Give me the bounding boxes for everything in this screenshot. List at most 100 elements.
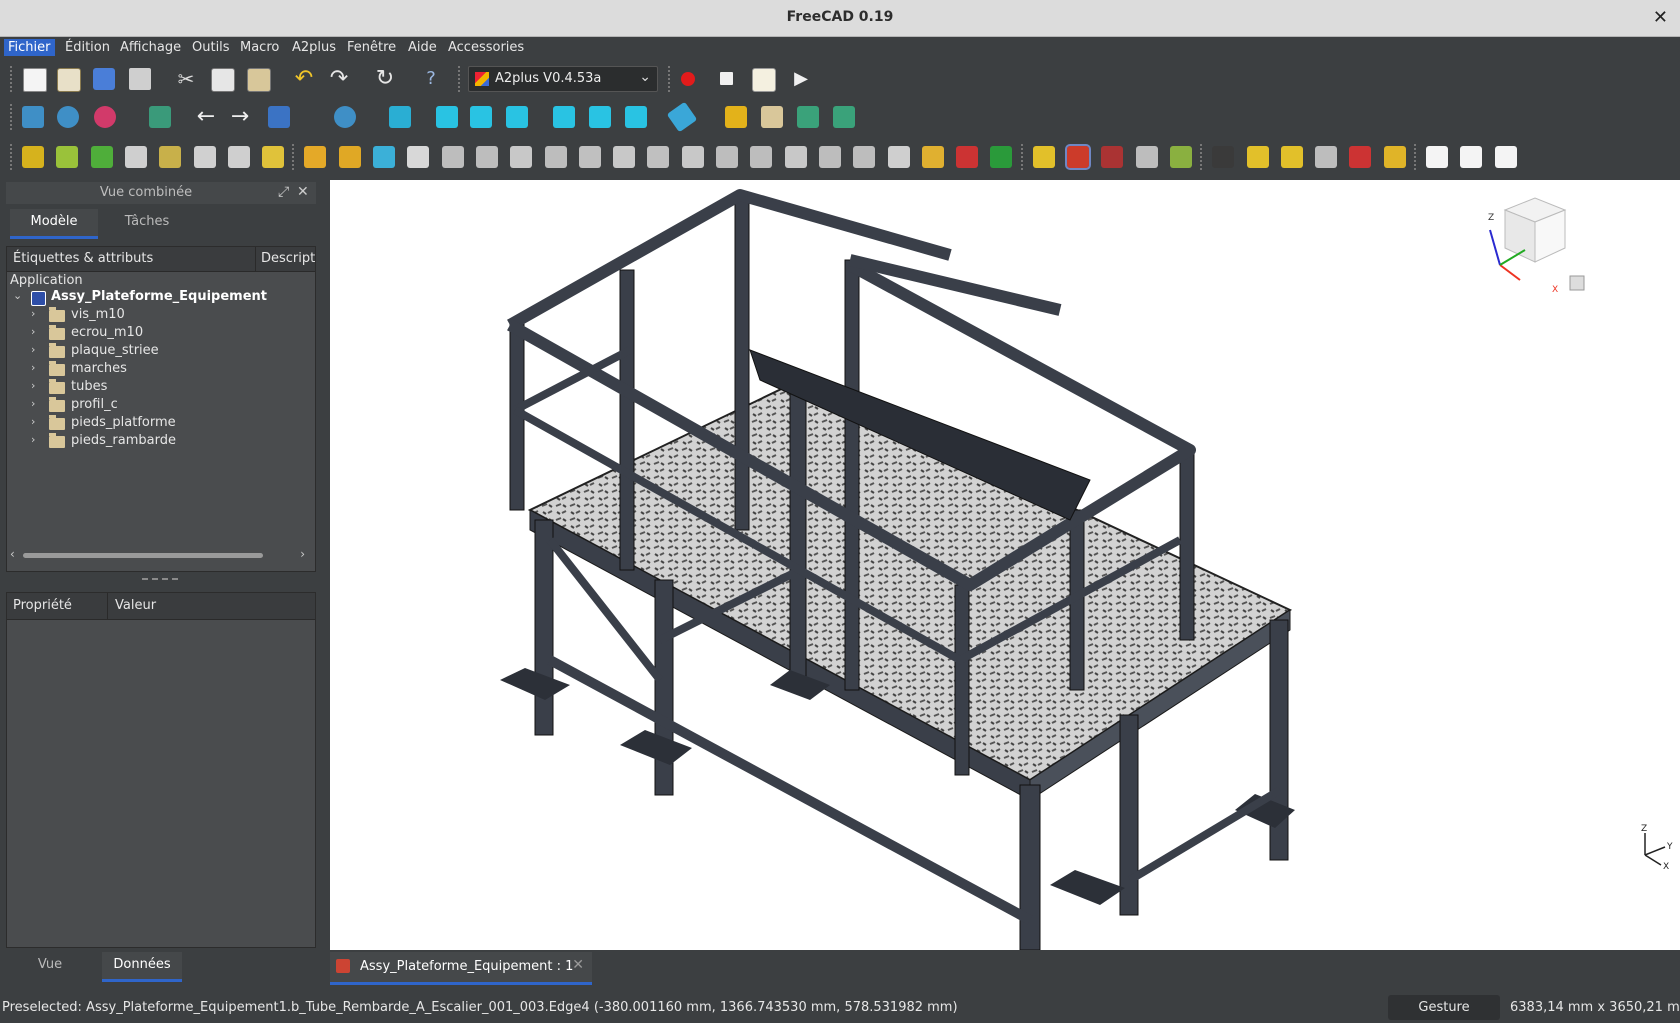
a2p-bom-icon[interactable] — [1349, 146, 1372, 168]
a2p-delete-constraints-icon[interactable] — [407, 146, 430, 168]
a2p-axis-plane-normal-icon[interactable] — [750, 146, 773, 168]
a2p-isolate-icon[interactable] — [1135, 146, 1158, 168]
menu-edition[interactable]: Édition — [61, 39, 114, 56]
tab-donnees[interactable]: Données — [102, 952, 182, 982]
property-column[interactable]: Propriété — [13, 598, 72, 613]
navigation-style-button[interactable]: Gesture — [1388, 995, 1500, 1020]
undo-icon[interactable]: ↶ — [293, 68, 315, 90]
menu-outils[interactable]: Outils — [188, 39, 234, 56]
close-icon[interactable]: ✕ — [297, 184, 309, 200]
link-icon[interactable] — [797, 106, 819, 128]
zoom-icon[interactable] — [334, 106, 356, 128]
cut-icon[interactable]: ✂ — [175, 68, 197, 90]
std-views-icon[interactable] — [268, 106, 290, 128]
a2p-import-icon[interactable] — [56, 146, 79, 168]
refresh-icon[interactable]: ↻ — [374, 68, 396, 90]
a2p-parts-list-icon[interactable] — [1494, 146, 1517, 168]
a2p-edit-icon[interactable] — [227, 146, 250, 168]
tab-vue[interactable]: Vue — [6, 952, 94, 979]
collapse-arrow-icon[interactable]: ⌄ — [13, 289, 22, 302]
a2p-axis-parallel-icon[interactable] — [681, 146, 704, 168]
expand-arrow-icon[interactable]: › — [31, 397, 35, 410]
print-icon[interactable] — [129, 68, 151, 90]
paste-icon[interactable] — [247, 68, 271, 92]
whats-this-icon[interactable]: ? — [420, 68, 442, 90]
tree-item-pieds_platforme[interactable]: › pieds_platforme — [7, 415, 315, 433]
tree-column-description[interactable]: Descripti — [261, 251, 315, 266]
a2p-duplicate-icon[interactable] — [159, 146, 182, 168]
a2p-selection-icon[interactable] — [1280, 146, 1303, 168]
scroll-left-icon[interactable]: ‹ — [10, 547, 15, 561]
a2p-constraint2-icon[interactable] — [338, 146, 361, 168]
redo-icon[interactable]: ↷ — [328, 68, 350, 90]
a2p-axis-plane-parallel-icon[interactable] — [716, 146, 738, 168]
tree-item-tubes[interactable]: › tubes — [7, 379, 315, 397]
tab-taches[interactable]: Tâches — [102, 209, 192, 236]
a2p-partinfo-icon[interactable] — [1383, 146, 1406, 168]
a2p-toggle-visibility-icon[interactable] — [1426, 146, 1448, 168]
a2p-plane-parallel-icon[interactable] — [818, 146, 841, 168]
toolbar-grip[interactable] — [668, 66, 673, 92]
draw-style-icon[interactable] — [94, 106, 116, 128]
a2p-center-of-mass-icon[interactable] — [921, 146, 944, 168]
expand-arrow-icon[interactable]: › — [31, 325, 35, 338]
tree-item-marches[interactable]: › marches — [7, 361, 315, 379]
macro-stop-icon[interactable] — [720, 72, 733, 85]
a2p-recursive-update-icon[interactable] — [1169, 146, 1192, 168]
a2p-search-icon[interactable] — [1212, 146, 1235, 168]
tree-item-plaque_striee[interactable]: › plaque_striee — [7, 343, 315, 361]
column-divider[interactable] — [107, 593, 108, 619]
a2p-update-icon[interactable] — [90, 146, 113, 168]
panel-splitter[interactable] — [142, 578, 178, 582]
expand-arrow-icon[interactable]: › — [31, 307, 35, 320]
a2p-toggle-icon[interactable] — [1101, 146, 1124, 168]
tree-item-ecrou_m10[interactable]: › ecrou_m10 — [7, 325, 315, 343]
expand-arrow-icon[interactable]: › — [31, 343, 35, 356]
open-icon[interactable] — [57, 68, 81, 92]
a2p-add-part-icon[interactable] — [22, 146, 44, 168]
front-view-icon[interactable] — [436, 106, 458, 128]
isometric-icon[interactable] — [389, 106, 411, 128]
workbench-selector[interactable]: A2plus V0.4.53a ⌄ — [468, 66, 658, 92]
3d-viewport[interactable]: Z X Z Y X — [330, 180, 1680, 950]
fit-selection-icon[interactable] — [57, 106, 79, 128]
menu-accessories[interactable]: Accessories — [444, 39, 528, 56]
back-icon[interactable]: ← — [195, 106, 217, 128]
toolbar-grip[interactable] — [1200, 144, 1205, 170]
scroll-right-icon[interactable]: › — [300, 547, 305, 561]
a2p-flat-surface-icon[interactable] — [956, 146, 979, 168]
tree-column-labels[interactable]: Étiquettes & attributs — [13, 251, 153, 266]
part-icon[interactable] — [725, 106, 747, 128]
forward-icon[interactable]: → — [229, 106, 251, 128]
a2p-flip-icon[interactable] — [1065, 144, 1091, 170]
a2p-auto-solve-icon[interactable] — [1032, 146, 1055, 168]
expand-arrow-icon[interactable]: › — [31, 415, 35, 428]
menu-fichier[interactable]: Fichier — [4, 39, 55, 56]
new-icon[interactable] — [23, 68, 47, 92]
expand-arrow-icon[interactable]: › — [31, 379, 35, 392]
rear-view-icon[interactable] — [553, 106, 575, 128]
expand-arrow-icon[interactable]: › — [31, 433, 35, 446]
macro-record-icon[interactable] — [681, 72, 695, 86]
tree-root-item[interactable]: ⌄ Assy_Plateforme_Equipement — [7, 289, 315, 307]
a2p-point-on-line-icon[interactable] — [475, 146, 498, 168]
toolbar-grip[interactable] — [458, 66, 463, 92]
a2p-axis-plane-angle-icon[interactable] — [784, 146, 807, 168]
menu-fenetre[interactable]: Fenêtre — [343, 39, 400, 56]
a2p-label-icon[interactable] — [1315, 146, 1338, 168]
a2p-plane-coincident-icon[interactable] — [853, 146, 876, 168]
toolbar-grip[interactable] — [10, 144, 15, 170]
value-column[interactable]: Valeur — [115, 598, 156, 613]
a2p-solver-icon[interactable] — [262, 146, 285, 168]
measure-icon[interactable] — [666, 101, 698, 133]
a2p-convert-icon[interactable] — [193, 146, 216, 168]
a2p-point-on-plane-icon[interactable] — [510, 146, 533, 168]
scroll-thumb[interactable] — [23, 553, 263, 558]
toolbar-grip[interactable] — [292, 144, 297, 170]
menu-a2plus[interactable]: A2plus — [288, 39, 340, 56]
toolbar-grip[interactable] — [10, 104, 15, 130]
group-icon[interactable] — [761, 106, 783, 128]
link-sub-icon[interactable] — [833, 106, 855, 128]
a2p-parts-info-icon[interactable] — [1460, 146, 1483, 168]
menu-aide[interactable]: Aide — [404, 39, 441, 56]
